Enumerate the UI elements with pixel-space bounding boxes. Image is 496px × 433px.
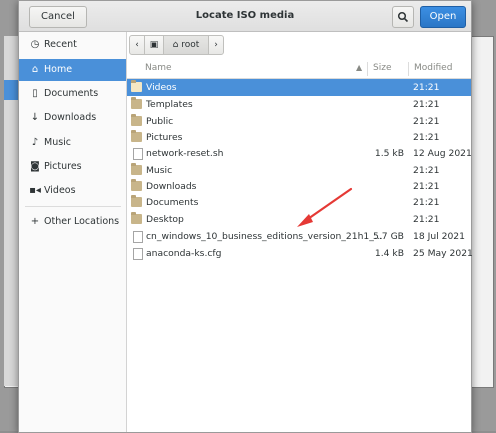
sidebar-item-recent[interactable]: ◷ Recent: [19, 34, 126, 56]
folder-icon: [131, 212, 142, 224]
sidebar-item-label: Music: [44, 137, 72, 148]
document-icon: ▯: [32, 88, 38, 99]
file-name: network-reset.sh: [146, 148, 224, 159]
column-divider: [367, 62, 368, 76]
path-button-root[interactable]: ⌂ root: [163, 35, 209, 55]
sort-ascending-icon: ▲: [356, 63, 363, 72]
search-button[interactable]: [392, 6, 414, 28]
folder-icon: [131, 80, 142, 92]
folder-icon: [131, 179, 142, 191]
file-row-music[interactable]: Music 21:21: [127, 162, 471, 179]
folder-icon: [131, 195, 142, 207]
file-row-downloads[interactable]: Downloads 21:21: [127, 178, 471, 195]
file-row-pictures[interactable]: Pictures 21:21: [127, 129, 471, 146]
file-row-desktop[interactable]: Desktop 21:21: [127, 211, 471, 228]
file-modified: 21:21: [413, 82, 440, 93]
column-header-size[interactable]: Size: [373, 63, 391, 73]
sidebar-item-home[interactable]: ⌂ Home: [19, 59, 126, 81]
search-icon: [397, 11, 409, 23]
file-modified: 21:21: [413, 132, 440, 143]
file-name: anaconda-ks.cfg: [146, 248, 222, 259]
file-icon: [133, 231, 143, 243]
home-icon: ⌂: [31, 64, 39, 75]
sidebar-item-label: Documents: [44, 88, 99, 99]
clock-icon: ◷: [30, 39, 40, 50]
file-modified: 21:21: [413, 197, 440, 208]
folder-icon: [131, 130, 142, 142]
file-row-public[interactable]: Public 21:21: [127, 113, 471, 130]
file-row-anaconda-ks[interactable]: anaconda-ks.cfg 1.4 kB 25 May 2021: [127, 245, 473, 262]
file-name: Templates: [146, 99, 193, 110]
sidebar-item-label: Pictures: [44, 161, 82, 172]
file-list: Name ▲ Size Modified Videos 21:21 Templa…: [127, 60, 473, 432]
file-row-videos[interactable]: Videos 21:21: [127, 79, 471, 96]
video-icon: ▪◂: [29, 185, 41, 196]
path-scroll-right-button[interactable]: ›: [208, 35, 224, 55]
sidebar-item-other-locations[interactable]: + Other Locations: [19, 211, 126, 233]
background-selection: [4, 80, 18, 100]
file-modified: 21:21: [413, 165, 440, 176]
file-modified: 21:21: [413, 214, 440, 225]
drive-icon: ▣: [149, 40, 159, 50]
file-modified: 21:21: [413, 181, 440, 192]
folder-icon: [131, 97, 142, 109]
file-name: Documents: [146, 197, 199, 208]
file-name: Videos: [146, 82, 177, 93]
file-name: Desktop: [146, 214, 184, 225]
places-sidebar: ◷ Recent ⌂ Home ▯ Documents ↓ Downloads …: [19, 32, 127, 432]
column-divider: [408, 62, 409, 76]
file-name: cn_windows_10_business_editions_version_…: [146, 231, 383, 242]
plus-icon: +: [30, 216, 40, 227]
file-size: 5.7 GB: [373, 231, 404, 242]
file-chooser-dialog: Cancel Locate ISO media Open ◷ Recent ⌂ …: [18, 0, 473, 433]
file-modified: 25 May 2021: [413, 248, 473, 259]
column-header-name[interactable]: Name: [145, 63, 172, 73]
home-icon: ⌂: [172, 40, 179, 50]
sidebar-item-label: Videos: [44, 185, 76, 196]
folder-icon: [131, 163, 142, 175]
sidebar-item-label: Other Locations: [44, 216, 120, 227]
sidebar-item-downloads[interactable]: ↓ Downloads: [19, 107, 126, 129]
script-file-icon: [133, 148, 143, 160]
path-scroll-left-button[interactable]: ‹: [129, 35, 145, 55]
column-header: Name ▲ Size Modified: [127, 60, 471, 79]
folder-icon: [131, 114, 142, 126]
file-row-network-reset[interactable]: network-reset.sh 1.5 kB 12 Aug 2021: [127, 145, 472, 162]
sidebar-item-label: Recent: [44, 39, 77, 50]
drive-button[interactable]: ▣: [144, 35, 164, 55]
file-modified: 21:21: [413, 116, 440, 127]
file-name: Pictures: [146, 132, 183, 143]
open-button[interactable]: Open: [420, 6, 466, 28]
sidebar-item-music[interactable]: ♪ Music: [19, 132, 126, 154]
file-row-documents[interactable]: Documents 21:21: [127, 194, 471, 211]
dialog-headerbar: Cancel Locate ISO media Open: [19, 1, 471, 32]
music-icon: ♪: [31, 137, 39, 148]
sidebar-item-pictures[interactable]: ◙ Pictures: [19, 156, 126, 178]
sidebar-item-documents[interactable]: ▯ Documents: [19, 83, 126, 105]
file-modified: 18 Jul 2021: [413, 231, 465, 242]
sidebar-item-videos[interactable]: ▪◂ Videos: [19, 180, 126, 202]
file-row-templates[interactable]: Templates 21:21: [127, 96, 471, 113]
file-name: Music: [146, 165, 173, 176]
file-row-windows-iso[interactable]: cn_windows_10_business_editions_version_…: [127, 228, 471, 245]
file-icon: [133, 248, 143, 260]
file-modified: 21:21: [413, 99, 440, 110]
download-icon: ↓: [30, 112, 40, 123]
file-name: Downloads: [146, 181, 197, 192]
sidebar-divider: [25, 206, 121, 207]
file-modified: 12 Aug 2021: [413, 148, 472, 159]
column-header-modified[interactable]: Modified: [414, 63, 452, 73]
sidebar-item-label: Home: [44, 64, 73, 75]
path-button-label: root: [181, 40, 200, 50]
camera-icon: ◙: [30, 161, 40, 172]
file-name: Public: [146, 116, 174, 127]
file-size: 1.5 kB: [374, 148, 404, 159]
sidebar-item-label: Downloads: [44, 112, 97, 123]
file-size: 1.4 kB: [374, 248, 404, 259]
